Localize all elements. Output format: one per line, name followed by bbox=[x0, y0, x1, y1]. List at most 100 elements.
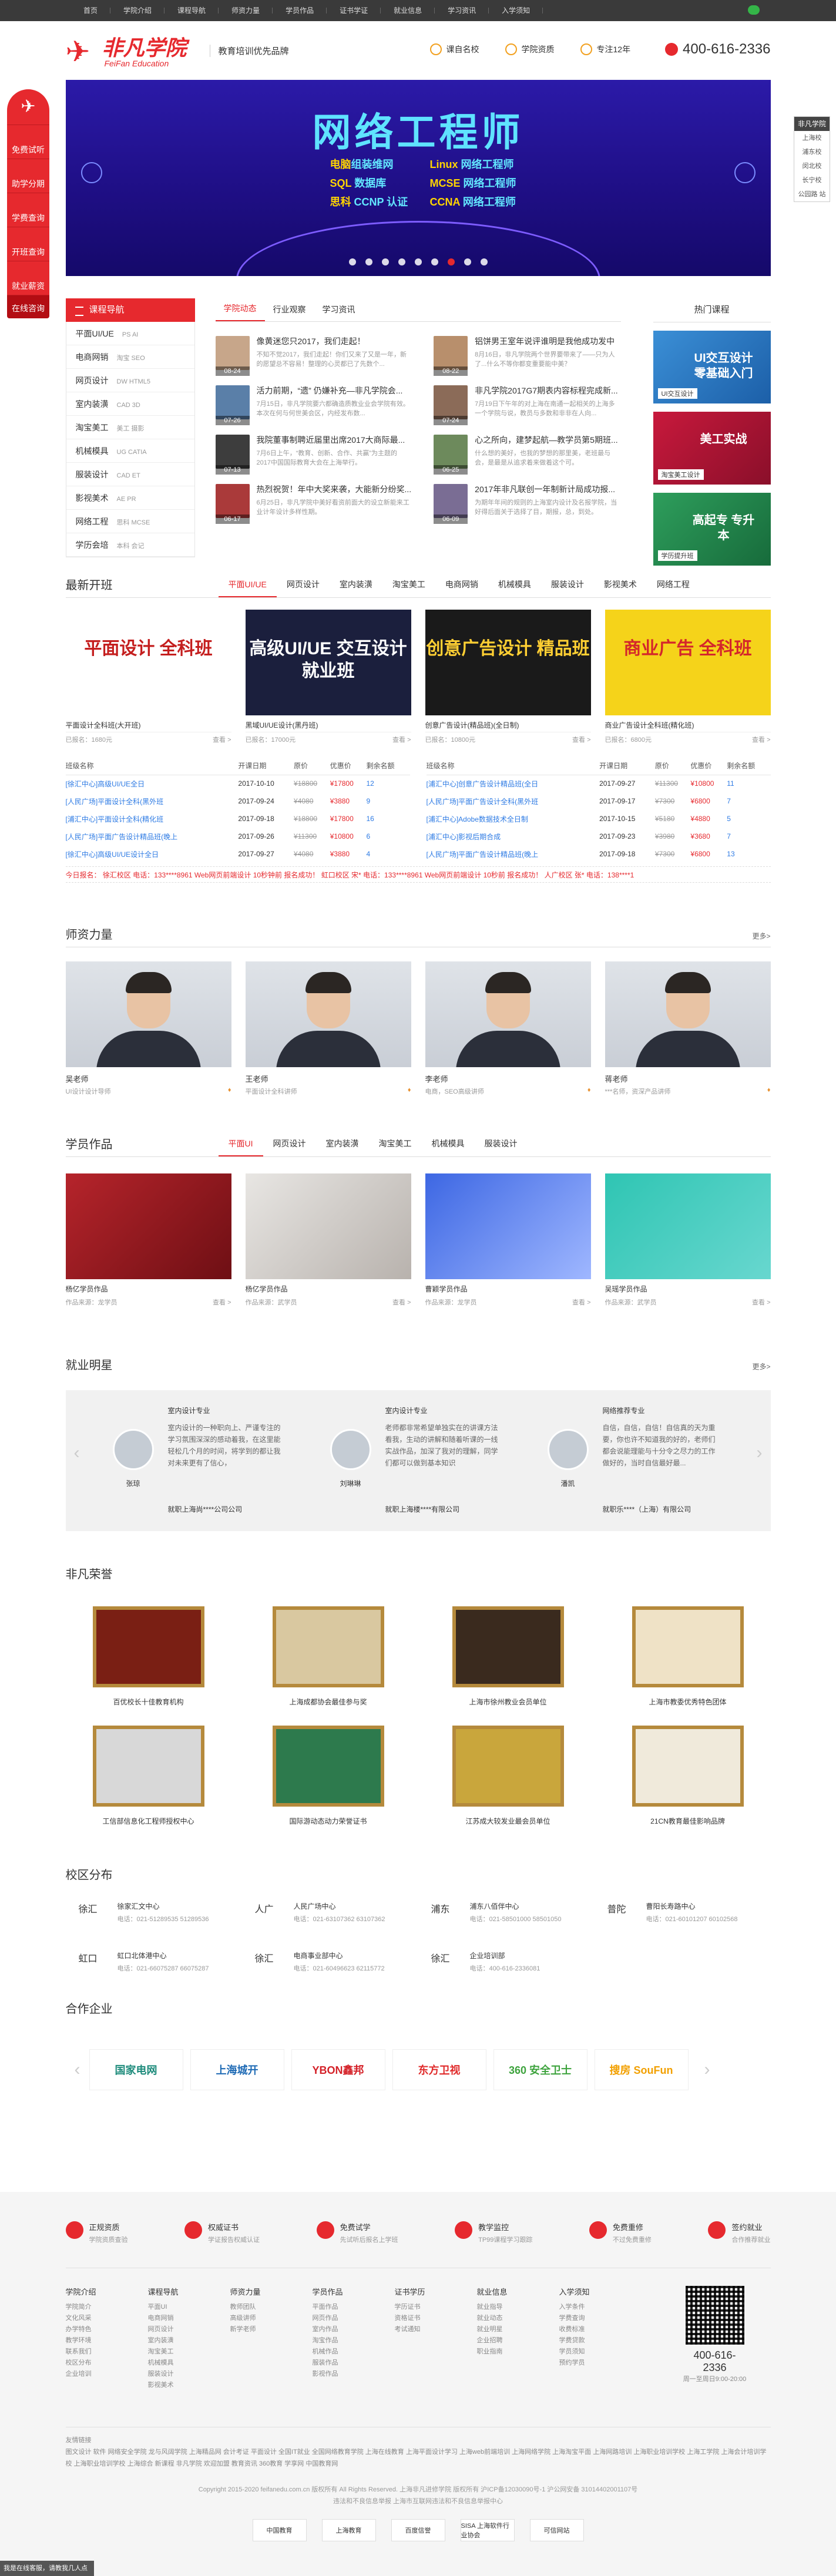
top-nav-item[interactable]: 证书学证 bbox=[327, 0, 381, 21]
footer-link[interactable]: 资格证书 bbox=[395, 2313, 477, 2324]
footer-link[interactable]: 教师团队 bbox=[230, 2302, 313, 2313]
left-float-item[interactable]: 助学分期 bbox=[7, 159, 49, 193]
footer-link[interactable]: 教学环境 bbox=[66, 2335, 148, 2346]
works-tab[interactable]: 室内装潢 bbox=[316, 1138, 369, 1156]
latest-tab[interactable]: 网页设计 bbox=[277, 579, 330, 597]
footer-link[interactable]: 电商网销 bbox=[148, 2313, 230, 2324]
student-work-view-link[interactable]: 查看 > bbox=[572, 1297, 590, 1307]
news-item[interactable]: 06-09 2017年非凡联创一年制新计局成功报... 为期年年间的规则的上海室内设… bbox=[434, 484, 620, 524]
footer-link[interactable]: 室内作品 bbox=[313, 2324, 395, 2335]
student-work-card[interactable]: 曹颖学员作品 作品来源：龙学员 查看 > bbox=[425, 1173, 591, 1307]
schedule-class[interactable]: [人民广场]平面广告设计精品班(晚上 bbox=[427, 845, 600, 863]
banner-dot[interactable] bbox=[431, 258, 438, 265]
top-nav-item[interactable]: 首页 bbox=[70, 0, 111, 21]
cert-badge[interactable]: SISA 上海软件行业协会 bbox=[460, 2519, 515, 2541]
banner-dot[interactable] bbox=[365, 258, 372, 265]
wechat-icon[interactable] bbox=[748, 5, 760, 15]
news-title[interactable]: 铝饼男王室年说评谁明是我他成功发中 bbox=[475, 336, 620, 347]
news-title[interactable]: 心之所向，建梦起航—教学员第5期班... bbox=[475, 435, 620, 445]
news-item[interactable]: 08-22 铝饼男王室年说评谁明是我他成功发中 8月16日，非凡学院两个世界要带来了… bbox=[434, 336, 620, 376]
latest-class-card[interactable]: 创意广告设计 精品班 创意广告设计(精品班)(全日制) 已报名：10800元 查看 > bbox=[425, 610, 591, 744]
footer-link[interactable]: 企业培训 bbox=[66, 2369, 148, 2380]
schedule-class[interactable]: [人民广场]平面设计全科(黑外班 bbox=[66, 792, 239, 810]
partner-logo[interactable]: 上海城开 bbox=[190, 2049, 284, 2090]
footer-link[interactable]: 淘宝美工 bbox=[148, 2346, 230, 2358]
footer-link[interactable]: 就业动态 bbox=[477, 2313, 559, 2324]
teacher-card[interactable]: 吴老师 UI设计设计导师 ♦ bbox=[65, 961, 231, 1096]
partner-logo[interactable]: 东方卫视 bbox=[392, 2049, 486, 2090]
news-item[interactable]: 07-24 非凡学院2017G7期表内容标程完成新... 7月19日下午年的对上海在… bbox=[434, 385, 620, 425]
news-title[interactable]: 非凡学院2017G7期表内容标程完成新... bbox=[475, 385, 620, 396]
news-title[interactable]: 热烈祝贺！年中大奖来袭，大能新分纷奖... bbox=[257, 484, 412, 495]
right-float-item[interactable]: 浦东校 bbox=[794, 145, 830, 159]
schedule-class[interactable]: [浦汇中心]平面设计全科(精化班 bbox=[66, 810, 239, 828]
footer-link[interactable]: 平面UI bbox=[148, 2302, 230, 2313]
top-nav-item[interactable]: 学习资讯 bbox=[435, 0, 489, 21]
honor-card[interactable]: 国际游动态动力荣誉证书 bbox=[246, 1722, 411, 1826]
latest-tab[interactable]: 平面UI/UE bbox=[218, 579, 277, 597]
footer-link[interactable]: 学费查询 bbox=[559, 2313, 642, 2324]
partners-prev-icon[interactable]: ‹ bbox=[66, 2060, 89, 2080]
schedule-class[interactable]: [徐汇中心]高级UI/UE设计全日 bbox=[66, 845, 239, 863]
schedule-row[interactable]: [人民广场]平面设计全科(黑外班 2017-09-24 ¥4080 ¥3880 9 bbox=[66, 792, 410, 810]
right-float-item[interactable]: 长宁校 bbox=[794, 173, 830, 187]
banner-dot[interactable] bbox=[348, 258, 356, 265]
campus-item[interactable]: 虹口 虹口北体港中心 电话：021-66075287 66075287 bbox=[66, 1947, 242, 1980]
top-nav-item[interactable]: 就业信息 bbox=[381, 0, 435, 21]
footer-link[interactable]: 文化风采 bbox=[66, 2313, 148, 2324]
campus-item[interactable]: 人广 人民广场中心 电话：021-63107362 63107362 bbox=[242, 1898, 418, 1931]
footer-link[interactable]: 考试通知 bbox=[395, 2324, 477, 2335]
left-float-item[interactable]: 学费查询 bbox=[7, 193, 49, 227]
teacher-card[interactable]: 王老师 平面设计全科讲师 ♦ bbox=[245, 961, 411, 1096]
right-float-item[interactable]: 闵北校 bbox=[794, 159, 830, 173]
schedule-row[interactable]: [人民广场]平面广告设计精品班(晚上 2017-09-18 ¥7300 ¥6800 13 bbox=[427, 845, 771, 863]
hero-banner[interactable]: 网络工程师 电脑组装维网 SQL 数据库 思科 CCNP 认证 Linux 网络工程… bbox=[65, 80, 771, 276]
footer-link[interactable]: 高级讲师 bbox=[230, 2313, 313, 2324]
schedule-class[interactable]: [人民广场]平面广告设计精品班(晚上 bbox=[66, 828, 239, 845]
footer-link[interactable]: 职业指南 bbox=[477, 2346, 559, 2358]
course-nav-item[interactable]: 淘宝美工 美工 摄影 bbox=[66, 416, 194, 439]
footer-link[interactable]: 学院简介 bbox=[66, 2302, 148, 2313]
schedule-row[interactable]: [浦汇中心]创意广告设计精品班(全日 2017-09-27 ¥11300 ¥10800… bbox=[427, 775, 771, 792]
honor-card[interactable]: 上海成都协会最佳参与奖 bbox=[246, 1603, 411, 1707]
footer-link[interactable]: 机械模具 bbox=[148, 2358, 230, 2369]
student-work-card[interactable]: 吴瑶学员作品 作品来源：武学员 查看 > bbox=[605, 1173, 771, 1307]
right-float-item[interactable]: 公园路 站 bbox=[794, 187, 830, 201]
student-work-card[interactable]: 杨亿学员作品 作品来源：龙学员 查看 > bbox=[65, 1173, 231, 1307]
footer-link[interactable]: 学历证书 bbox=[395, 2302, 477, 2313]
top-nav-item[interactable]: 入学须知 bbox=[489, 0, 543, 21]
schedule-row[interactable]: [人民广场]平面广告设计精品班(晚上 2017-09-26 ¥11300 ¥10800… bbox=[66, 828, 410, 845]
banner-dot[interactable] bbox=[398, 258, 405, 265]
partners-next-icon[interactable]: › bbox=[696, 2060, 719, 2080]
latest-class-card[interactable]: 商业广告 全科班 商业广告设计全科班(精化班) 已报名：6800元 查看 > bbox=[605, 610, 771, 744]
student-work-card[interactable]: 杨亿学员作品 作品来源：武学员 查看 > bbox=[245, 1173, 411, 1307]
partner-logo[interactable]: 360 安全卫士 bbox=[493, 2049, 587, 2090]
right-float-item[interactable]: 上海校 bbox=[794, 131, 830, 145]
course-nav-item[interactable]: 网络工程 思科 MCSE bbox=[66, 510, 194, 533]
news-item[interactable]: 07-13 我院董事制聘近届里出席2017大商际最... 7月6日上午，“教育、创新… bbox=[215, 435, 412, 475]
banner-dot[interactable] bbox=[447, 258, 455, 265]
footer-link[interactable]: 学费贷款 bbox=[559, 2335, 642, 2346]
left-float-item[interactable]: 免费试听 bbox=[7, 125, 49, 159]
schedule-row[interactable]: [徐汇中心]高级UI/UE设计全日 2017-09-27 ¥4080 ¥3880 4 bbox=[66, 845, 410, 863]
left-float-item[interactable]: 在线咨询 bbox=[7, 295, 49, 318]
hot-course-card[interactable]: 高起专 专升本 学历提升班 bbox=[653, 493, 771, 566]
schedule-class[interactable]: [浦汇中心]创意广告设计精品班(全日 bbox=[427, 775, 600, 792]
footer-link[interactable]: 影视美术 bbox=[148, 2380, 230, 2391]
top-nav-item[interactable]: 课程导航 bbox=[164, 0, 219, 21]
banner-next-arrow-icon[interactable] bbox=[734, 162, 756, 183]
footer-link[interactable]: 网页设计 bbox=[148, 2324, 230, 2335]
top-nav-item[interactable]: 学院介绍 bbox=[110, 0, 165, 21]
friend-links-list[interactable]: 图文设计 软件 网络安全学院 龙与风阔学院 上海精品网 会计考证 平面设计 全国… bbox=[66, 2446, 771, 2470]
schedule-row[interactable]: [浦汇中心]平面设计全科(精化班 2017-09-18 ¥18800 ¥17800 16 bbox=[66, 810, 410, 828]
honor-card[interactable]: 上海市徐州教业会员单位 bbox=[425, 1603, 591, 1707]
teachers-more-link[interactable]: 更多> bbox=[752, 931, 770, 941]
footer-link[interactable]: 机械作品 bbox=[313, 2346, 395, 2358]
latest-class-view-link[interactable]: 查看 > bbox=[392, 735, 411, 744]
news-title[interactable]: 像黄迷您只2017，我们走起！ bbox=[257, 336, 412, 347]
cert-badge[interactable]: 百度信誉 bbox=[391, 2519, 445, 2541]
stars-more-link[interactable]: 更多> bbox=[752, 1361, 770, 1371]
campus-item[interactable]: 浦东 浦东八佰伴中心 电话：021-58501000 58501050 bbox=[418, 1898, 595, 1931]
top-nav-item[interactable]: 师资力量 bbox=[219, 0, 273, 21]
footer-link[interactable]: 室内装潢 bbox=[148, 2335, 230, 2346]
